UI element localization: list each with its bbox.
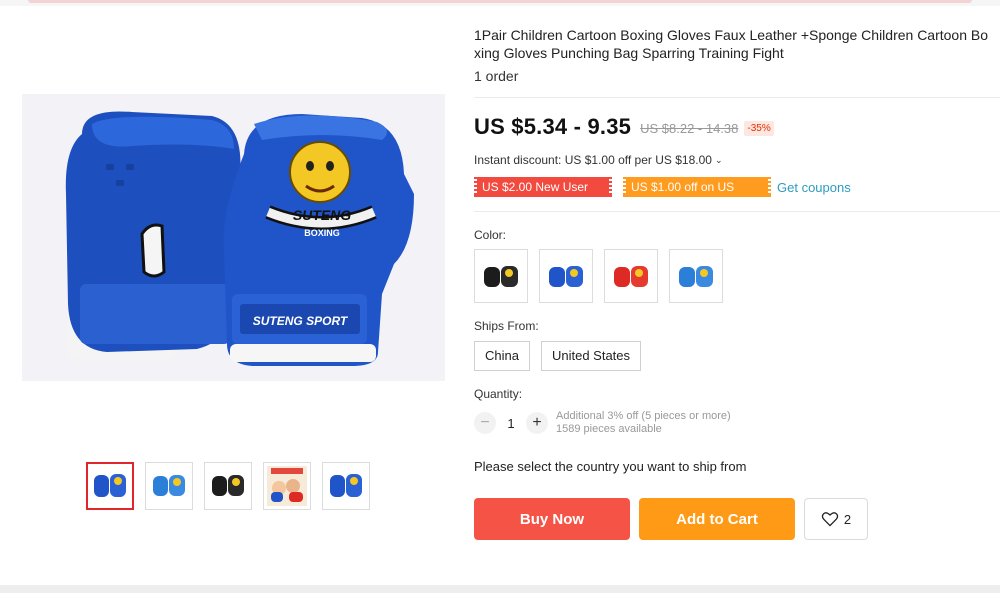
- glove-swatch-icon: [679, 266, 713, 287]
- ships-from-options: China United States: [474, 341, 642, 371]
- current-price: US $5.34 - 9.35: [474, 114, 632, 139]
- ships-from-label: Ships From:: [474, 319, 539, 333]
- boxing-gloves-image: SUTENG BOXING SUTENG SPORT: [22, 94, 445, 381]
- coupon-row: US $2.00 New User Coupon US $1.00 off on…: [474, 177, 851, 214]
- product-title: 1Pair Children Cartoon Boxing Gloves Fau…: [474, 27, 989, 61]
- color-swatches: [474, 249, 723, 303]
- wishlist-count: 2: [843, 511, 852, 527]
- top-strip: [0, 0, 1000, 6]
- color-swatch-blue[interactable]: [539, 249, 593, 303]
- quantity-value[interactable]: 1: [496, 416, 526, 431]
- ship-from-china[interactable]: China: [474, 341, 530, 371]
- kids-photo-icon: [267, 466, 307, 506]
- color-swatch-black[interactable]: [474, 249, 528, 303]
- glove-swatch-icon: [549, 266, 583, 287]
- new-user-coupon[interactable]: US $2.00 New User Coupon: [474, 177, 612, 214]
- wishlist-button[interactable]: 2: [804, 498, 868, 540]
- bottom-strip: [0, 585, 1000, 593]
- color-label: Color:: [474, 228, 507, 242]
- stock-available: 1589 pieces available: [556, 423, 662, 435]
- original-price: US $8.22 - 14.38: [640, 120, 739, 136]
- glove-thumb-icon: [330, 474, 362, 497]
- buy-now-button[interactable]: Buy Now: [474, 498, 630, 540]
- quantity-decrease-button[interactable]: −: [474, 412, 496, 434]
- glove-thumb-icon: [153, 475, 185, 496]
- glove-boxing-print: BOXING: [304, 228, 340, 238]
- store-coupon[interactable]: US $1.00 off on US $18.00: [623, 177, 771, 214]
- quantity-increase-button[interactable]: +: [526, 412, 548, 434]
- thumbnail-kids-photo[interactable]: [263, 462, 311, 510]
- glove-brand-print: SUTENG: [293, 207, 351, 223]
- price-row: US $5.34 - 9.35 US $8.22 - 14.38 -35%: [474, 114, 774, 140]
- heart-icon: [821, 512, 839, 527]
- main-product-image[interactable]: SUTENG BOXING SUTENG SPORT: [22, 94, 445, 381]
- quantity-note: Additional 3% off (5 pieces or more) 158…: [556, 410, 731, 436]
- action-buttons: Buy Now Add to Cart 2: [474, 498, 868, 540]
- order-count: 1 order: [474, 68, 519, 84]
- glove-thumb-icon: [94, 474, 126, 497]
- thumbnail-black-gloves[interactable]: [204, 462, 252, 510]
- thumbnail-blue-gloves-2[interactable]: [322, 462, 370, 510]
- ship-from-united-states[interactable]: United States: [540, 341, 642, 371]
- bulk-discount-note: Additional 3% off (5 pieces or more): [556, 410, 731, 422]
- add-to-cart-button[interactable]: Add to Cart: [639, 498, 795, 540]
- glove-swatch-icon: [614, 266, 648, 287]
- quantity-stepper: − 1 + Additional 3% off (5 pieces or mor…: [474, 410, 731, 436]
- instant-discount-text: Instant discount: US $1.00 off per US $1…: [474, 153, 712, 167]
- divider: [474, 97, 1000, 98]
- divider: [474, 211, 1000, 212]
- quantity-label: Quantity:: [474, 387, 523, 401]
- shipping-message: Please select the country you want to sh…: [474, 459, 747, 474]
- thumbnail-light-blue-gloves[interactable]: [145, 462, 193, 510]
- glove-thumb-icon: [212, 475, 244, 496]
- thumbnail-strip: [86, 462, 370, 510]
- discount-badge: -35%: [744, 120, 774, 136]
- thumbnail-blue-gloves[interactable]: [86, 462, 134, 510]
- strap-brand-print: SUTENG SPORT: [253, 314, 349, 328]
- chevron-down-icon: ⌄: [714, 155, 723, 165]
- instant-discount[interactable]: Instant discount: US $1.00 off per US $1…: [474, 153, 722, 167]
- color-swatch-red[interactable]: [604, 249, 658, 303]
- glove-swatch-icon: [484, 266, 518, 287]
- color-swatch-light-blue[interactable]: [669, 249, 723, 303]
- get-coupons-link[interactable]: Get coupons: [777, 180, 851, 195]
